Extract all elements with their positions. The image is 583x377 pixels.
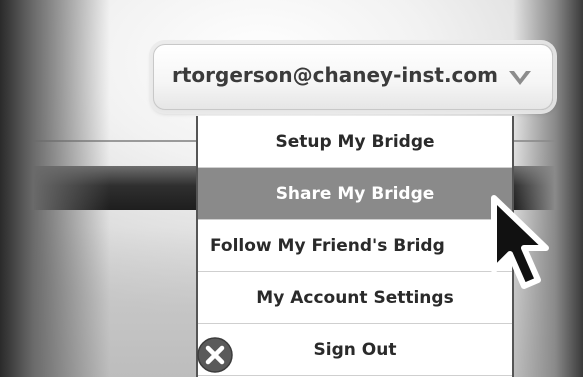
close-circle-icon[interactable]	[196, 336, 234, 374]
menu-item-follow-friends-bridge[interactable]: Follow My Friend's Bridg	[198, 220, 512, 272]
account-dropdown-menu: Setup My Bridge Share My Bridge Follow M…	[196, 116, 514, 377]
vignette-left	[0, 0, 110, 377]
menu-item-sign-out[interactable]: Sign Out	[198, 324, 512, 376]
menu-item-setup-my-bridge[interactable]: Setup My Bridge	[198, 116, 512, 168]
account-email: rtorgerson@chaney-inst.com	[172, 63, 498, 87]
menu-item-account-settings[interactable]: My Account Settings	[198, 272, 512, 324]
account-selector[interactable]: rtorgerson@chaney-inst.com	[153, 44, 553, 110]
arrow-cursor-icon	[491, 195, 549, 289]
chevron-down-icon[interactable]	[508, 69, 532, 89]
menu-item-share-my-bridge[interactable]: Share My Bridge	[198, 168, 512, 220]
